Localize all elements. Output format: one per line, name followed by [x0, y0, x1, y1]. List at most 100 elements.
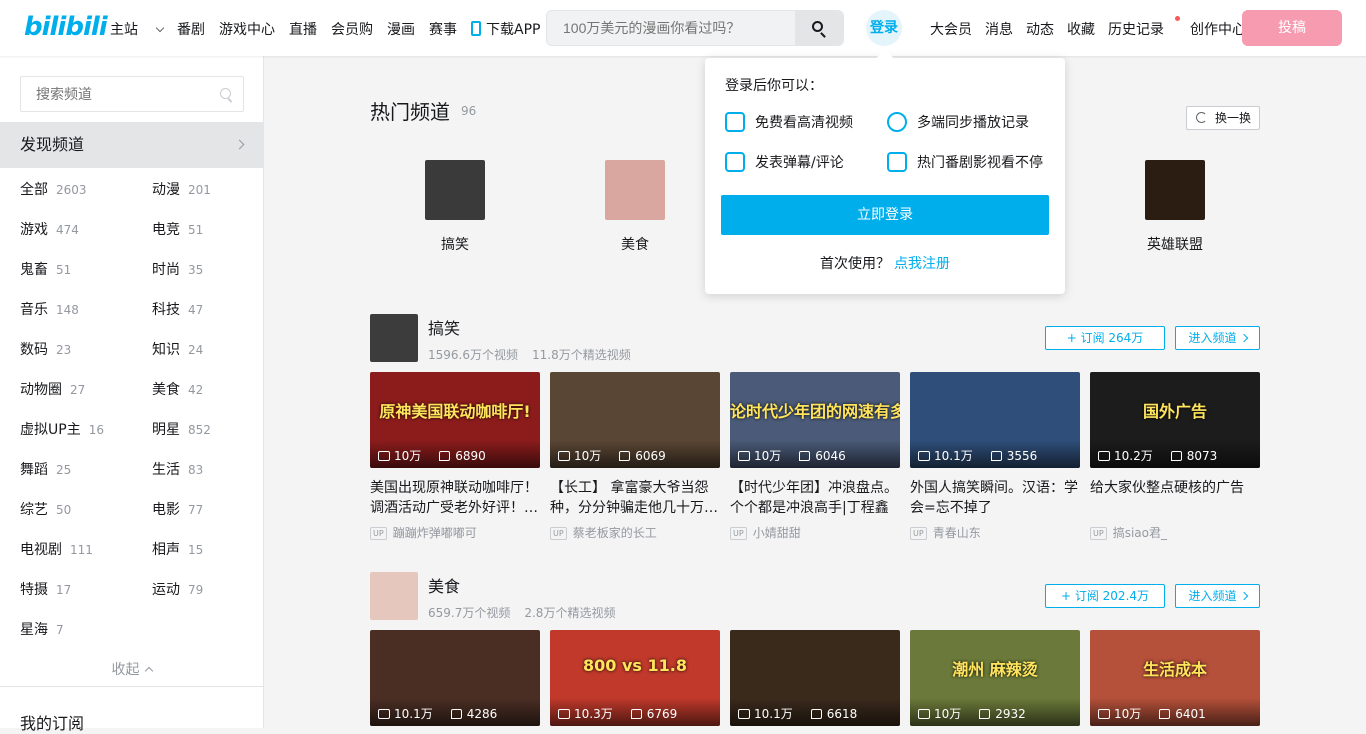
- video-card[interactable]: 10万 6069 【长工】 拿富豪大爷当怨种，分分钟骗走他几十万美元 UP 蔡老板家的长…: [550, 372, 720, 541]
- category-item[interactable]: 虚拟UP主 16: [20, 419, 104, 439]
- video-title[interactable]: 【时代少年团】冲浪盘点。个个都是冲浪高手|丁程鑫: [730, 478, 900, 518]
- video-title[interactable]: 美国出现原神联动咖啡厅！调酒活动广受老外好评！外网疯狂: [370, 478, 540, 518]
- video-thumbnail[interactable]: 潮州 麻辣烫 10万 2932: [910, 630, 1080, 726]
- hot-channels-title: 热门频道: [370, 100, 450, 124]
- register-link[interactable]: 点我注册: [894, 256, 950, 272]
- video-card[interactable]: 10.1万 6618: [730, 630, 900, 726]
- video-card[interactable]: 10.1万 4286: [370, 630, 540, 726]
- category-count: 83: [188, 463, 204, 477]
- collapse-button[interactable]: 收起: [0, 659, 263, 679]
- video-card[interactable]: 原神美国联动咖啡厅! 10万 6890 美国出现原神联动咖啡厅！调酒活动广受老外好评！…: [370, 372, 540, 541]
- category-item[interactable]: 明星 852: [152, 419, 211, 439]
- enter-channel-button[interactable]: 进入频道: [1175, 584, 1260, 608]
- category-item[interactable]: 特摄 17: [20, 579, 71, 599]
- hot-channel[interactable]: 英雄联盟: [1125, 160, 1225, 254]
- video-card[interactable]: 论时代少年团的网速有多快 10万 6046 【时代少年团】冲浪盘点。个个都是冲浪高手|…: [730, 372, 900, 541]
- hot-channel[interactable]: 美食: [585, 160, 685, 254]
- video-card[interactable]: 10.1万 3556 外国人搞笑瞬间。汉语：学会=忘不掉了 UP 青春山东: [910, 372, 1080, 541]
- video-thumbnail[interactable]: 生活成本 10万 6401: [1090, 630, 1260, 726]
- hot-channel[interactable]: 搞笑: [405, 160, 505, 254]
- video-thumbnail[interactable]: 国外广告 10.2万 8073: [1090, 372, 1260, 468]
- video-stats: 10.1万 3556: [910, 440, 1080, 468]
- nav-esports[interactable]: 赛事: [429, 19, 457, 39]
- nav-messages[interactable]: 消息: [985, 19, 1013, 39]
- uploader[interactable]: UP 小婧甜甜: [730, 524, 900, 541]
- category-item[interactable]: 科技 47: [152, 299, 203, 319]
- category-item[interactable]: 游戏 474: [20, 219, 79, 239]
- video-thumbnail[interactable]: 原神美国联动咖啡厅! 10万 6890: [370, 372, 540, 468]
- category-item[interactable]: 动漫 201: [152, 179, 211, 199]
- video-title[interactable]: 给大家伙整点硬核的广告: [1090, 478, 1260, 518]
- video-thumbnail[interactable]: 10万 6069: [550, 372, 720, 468]
- category-name: 电视剧: [20, 542, 62, 558]
- category-item[interactable]: 时尚 35: [152, 259, 203, 279]
- nav-dynamics[interactable]: 动态: [1026, 19, 1054, 39]
- category-item[interactable]: 电视剧 111: [20, 539, 93, 559]
- category-item[interactable]: 相声 15: [152, 539, 203, 559]
- refresh-button[interactable]: 换一换: [1186, 106, 1260, 130]
- nav-vip[interactable]: 大会员: [930, 19, 972, 39]
- category-item[interactable]: 知识 24: [152, 339, 203, 359]
- enter-channel-button[interactable]: 进入频道: [1175, 326, 1260, 350]
- category-item[interactable]: 电影 77: [152, 499, 203, 519]
- uploader[interactable]: UP 青春山东: [910, 524, 1080, 541]
- category-item[interactable]: 数码 23: [20, 339, 71, 359]
- login-now-button[interactable]: 立即登录: [721, 195, 1049, 235]
- video-thumbnail[interactable]: 论时代少年团的网速有多快 10万 6046: [730, 372, 900, 468]
- category-item[interactable]: 运动 79: [152, 579, 203, 599]
- bilibili-logo[interactable]: bilibili: [24, 12, 108, 42]
- category-name: 电影: [152, 502, 180, 518]
- nav-creator-center[interactable]: 创作中心: [1190, 19, 1246, 39]
- category-item[interactable]: 综艺 50: [20, 499, 71, 519]
- channel-avatar[interactable]: [370, 314, 418, 362]
- video-thumbnail[interactable]: 10.1万 3556: [910, 372, 1080, 468]
- uploader[interactable]: UP 蹦蹦炸弹嘟嘟可: [370, 524, 540, 541]
- nav-manga[interactable]: 漫画: [387, 19, 415, 39]
- channel-meta: 1596.6万个视频 11.8万个精选视频: [428, 346, 645, 363]
- nav-home[interactable]: 主站: [110, 19, 165, 39]
- popup-heading: 登录后你可以：: [725, 78, 823, 94]
- category-item[interactable]: 音乐 148: [20, 299, 79, 319]
- category-item[interactable]: 电竞 51: [152, 219, 203, 239]
- category-item[interactable]: 全部 2603: [20, 179, 87, 199]
- nav-live[interactable]: 直播: [289, 19, 317, 39]
- channel-search-input[interactable]: [21, 77, 211, 111]
- nav-favorites[interactable]: 收藏: [1067, 19, 1095, 39]
- video-title[interactable]: 外国人搞笑瞬间。汉语：学会=忘不掉了: [910, 478, 1080, 518]
- nav-history[interactable]: 历史记录: [1108, 16, 1180, 39]
- video-thumbnail[interactable]: 800 vs 11.8 10.3万 6769: [550, 630, 720, 726]
- search-input[interactable]: [547, 11, 797, 45]
- my-subscriptions-title[interactable]: 我的订阅: [20, 710, 84, 734]
- video-card[interactable]: 国外广告 10.2万 8073 给大家伙整点硬核的广告 UP 搞siao君_: [1090, 372, 1260, 541]
- nav-game-center[interactable]: 游戏中心: [219, 19, 275, 39]
- uploader[interactable]: UP 搞siao君_: [1090, 524, 1260, 541]
- download-app-link[interactable]: 下载APP: [471, 19, 554, 39]
- category-item[interactable]: 鬼畜 51: [20, 259, 71, 279]
- video-thumbnail[interactable]: 10.1万 4286: [370, 630, 540, 726]
- search-icon[interactable]: [220, 88, 231, 99]
- category-item[interactable]: 美食 42: [152, 379, 203, 399]
- video-card[interactable]: 生活成本 10万 6401: [1090, 630, 1260, 726]
- post-button[interactable]: 投稿: [1242, 10, 1342, 46]
- subscribe-button[interactable]: + 订阅 202.4万: [1045, 584, 1165, 608]
- channel-avatar[interactable]: [370, 572, 418, 620]
- uploader-name: 搞siao君_: [1112, 526, 1167, 540]
- category-item[interactable]: 动物圈 27: [20, 379, 85, 399]
- video-card[interactable]: 800 vs 11.8 10.3万 6769: [550, 630, 720, 726]
- search-button[interactable]: [795, 11, 843, 45]
- video-thumbnail[interactable]: 10.1万 6618: [730, 630, 900, 726]
- discover-channels[interactable]: 发现频道: [0, 122, 263, 168]
- category-item[interactable]: 生活 83: [152, 459, 203, 479]
- channel-name[interactable]: 美食: [428, 573, 460, 597]
- category-item[interactable]: 舞蹈 25: [20, 459, 71, 479]
- category-item[interactable]: 星海 7: [20, 619, 64, 639]
- uploader[interactable]: UP 蔡老板家的长工: [550, 524, 720, 541]
- login-avatar-button[interactable]: 登录: [866, 10, 902, 46]
- nav-shop[interactable]: 会员购: [331, 19, 373, 39]
- video-card[interactable]: 潮州 麻辣烫 10万 2932: [910, 630, 1080, 726]
- nav-anime[interactable]: 番剧: [177, 19, 205, 39]
- channel-name[interactable]: 搞笑: [428, 315, 460, 339]
- subscribe-button[interactable]: + 订阅 264万: [1045, 326, 1165, 350]
- like-icon: [799, 451, 811, 461]
- video-title[interactable]: 【长工】 拿富豪大爷当怨种，分分钟骗走他几十万美元: [550, 478, 720, 518]
